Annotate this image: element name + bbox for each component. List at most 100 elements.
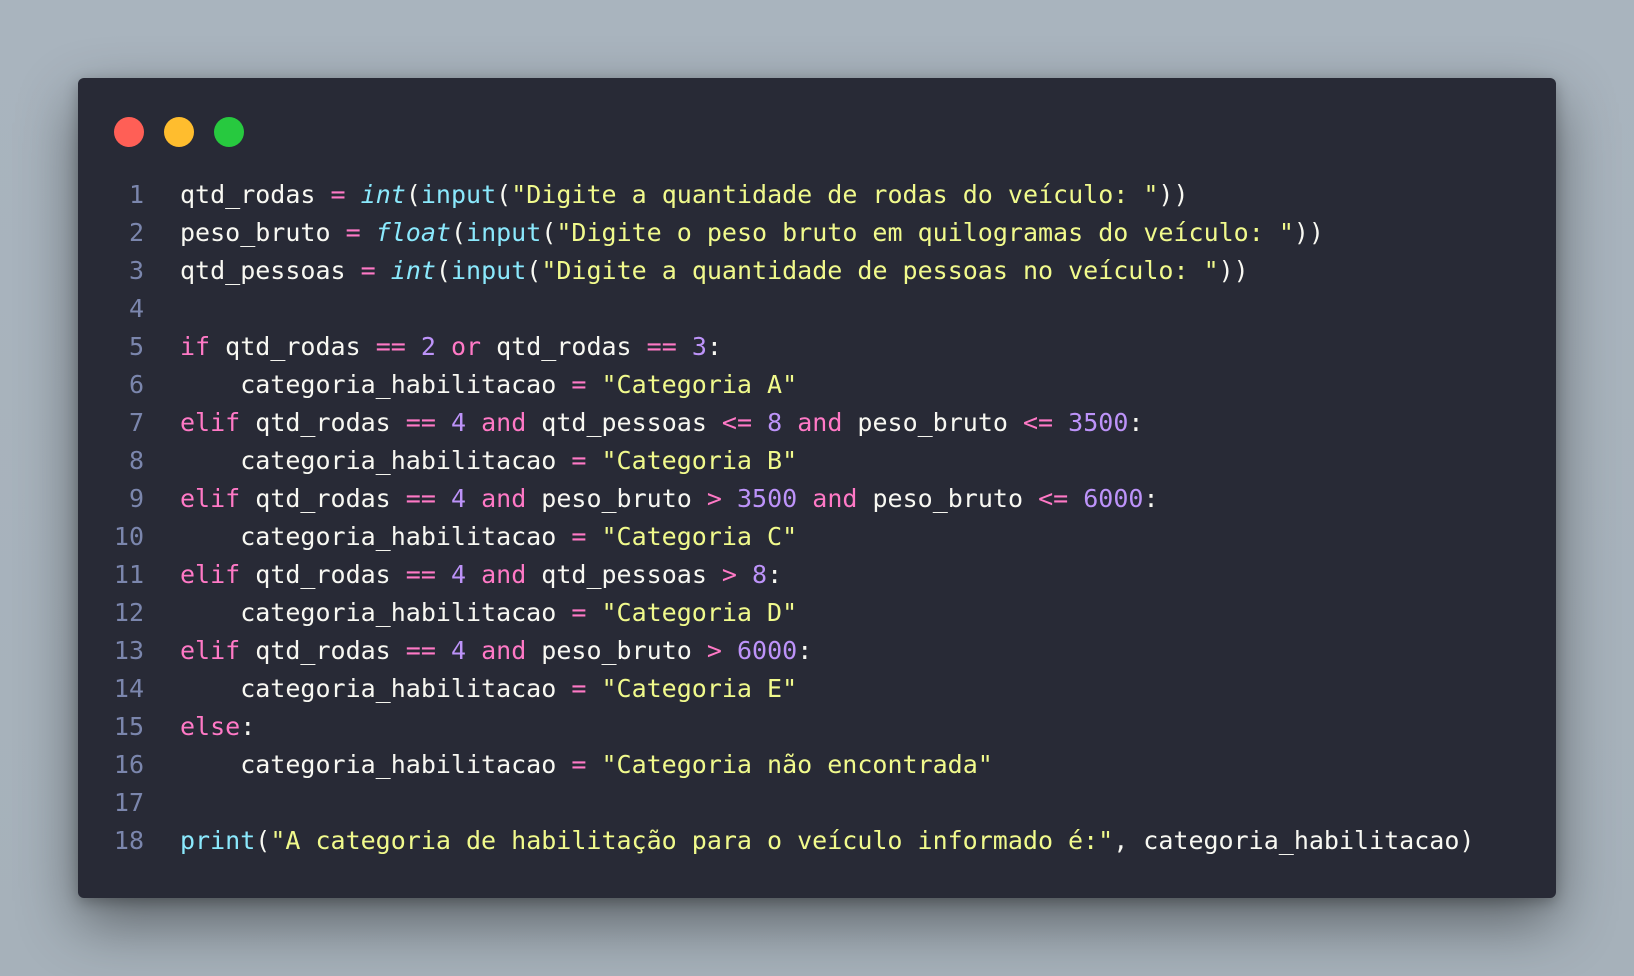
code-line: 3 qtd_pessoas = int(input("Digite a quant…	[78, 252, 1556, 290]
code-token: qtd_rodas	[240, 636, 406, 665]
code-token: (	[450, 218, 467, 247]
code-token: ==	[405, 636, 436, 665]
code-token: "Categoria D"	[601, 598, 798, 627]
code-line: 12 categoria_habilitacao = "Categoria D"	[78, 594, 1556, 632]
code-token: 8	[752, 560, 768, 589]
line-number: 14	[113, 674, 144, 703]
maximize-dot-icon[interactable]	[214, 117, 244, 147]
code-token: , categoria_habilitacao)	[1113, 826, 1475, 855]
code-block: 1 qtd_rodas = int(input("Digite a quantid…	[78, 176, 1556, 860]
code-line: 4	[78, 290, 1556, 328]
code-token: elif	[180, 408, 241, 437]
code-token: elif	[180, 484, 241, 513]
code-token: (	[496, 180, 512, 209]
code-line: 10 categoria_habilitacao = "Categoria C"	[78, 518, 1556, 556]
code-token: :	[240, 712, 256, 741]
code-token: and	[797, 408, 843, 437]
code-token: "Digite a quantidade de rodas do veículo…	[511, 180, 1159, 209]
code-token: =	[360, 256, 376, 285]
line-number: 16	[113, 750, 144, 779]
code-token: =	[571, 750, 587, 779]
code-token: else	[180, 712, 241, 741]
code-token: <=	[1038, 484, 1069, 513]
code-token: peso_bruto	[842, 408, 1023, 437]
code-text: categoria_habilitacao = "Categoria C"	[144, 518, 1556, 556]
code-token: 6000	[1083, 484, 1144, 513]
code-window: 1 qtd_rodas = int(input("Digite a quantid…	[78, 78, 1556, 898]
code-token: "Categoria B"	[601, 446, 798, 475]
code-line: 17	[78, 784, 1556, 822]
code-text: qtd_rodas = int(input("Digite a quantida…	[144, 176, 1556, 214]
code-token: ==	[405, 484, 436, 513]
code-token: qtd_rodas	[180, 180, 316, 209]
line-number: 18	[113, 826, 144, 855]
code-token: and	[481, 408, 527, 437]
code-token: "Digite o peso bruto em quilogramas do v…	[556, 218, 1294, 247]
code-token: qtd_rodas	[481, 332, 647, 361]
code-token: <=	[721, 408, 753, 437]
code-token: <=	[1023, 408, 1054, 437]
code-line: 15 else:	[78, 708, 1556, 746]
line-number: 5	[128, 332, 144, 361]
code-token: elif	[180, 560, 241, 589]
code-line: 13 elif qtd_rodas == 4 and peso_bruto > 6…	[78, 632, 1556, 670]
code-token: "Digite a quantidade de pessoas no veícu…	[541, 256, 1219, 285]
code-token: and	[812, 484, 858, 513]
code-token: categoria_habilitacao	[180, 370, 572, 399]
line-number: 7	[128, 408, 144, 437]
code-token: (	[405, 180, 421, 209]
code-token: input	[466, 218, 542, 247]
code-token: categoria_habilitacao	[180, 750, 572, 779]
code-line: 14 categoria_habilitacao = "Categoria E"	[78, 670, 1556, 708]
line-number: 1	[128, 180, 144, 209]
code-line: 7 elif qtd_rodas == 4 and qtd_pessoas <= …	[78, 404, 1556, 442]
line-number: 12	[113, 598, 144, 627]
code-token: 3500	[737, 484, 798, 513]
line-number: 3	[128, 256, 144, 285]
code-token: qtd_rodas	[240, 408, 406, 437]
minimize-dot-icon[interactable]	[164, 117, 194, 147]
code-token: ))	[1158, 180, 1189, 209]
code-token: (	[526, 256, 542, 285]
code-line: 8 categoria_habilitacao = "Categoria B"	[78, 442, 1556, 480]
code-line: 6 categoria_habilitacao = "Categoria A"	[78, 366, 1556, 404]
line-number: 17	[113, 788, 144, 817]
code-token: ))	[1218, 256, 1249, 285]
code-token: 6000	[737, 636, 798, 665]
code-token: int	[360, 180, 406, 209]
code-token: print	[180, 826, 256, 855]
code-token: int	[390, 256, 436, 285]
code-token: =	[571, 370, 587, 399]
code-token: =	[571, 446, 587, 475]
code-token: :	[767, 560, 783, 589]
code-token: 8	[767, 408, 783, 437]
code-token: 4	[450, 408, 467, 437]
code-token: categoria_habilitacao	[180, 598, 572, 627]
code-line: 1 qtd_rodas = int(input("Digite a quantid…	[78, 176, 1556, 214]
close-dot-icon[interactable]	[114, 117, 144, 147]
code-token: peso_bruto	[526, 636, 707, 665]
code-token: (	[541, 218, 557, 247]
line-number: 6	[128, 370, 144, 399]
code-token: if	[180, 332, 211, 361]
code-token: "Categoria C"	[601, 522, 798, 551]
code-text: elif qtd_rodas == 4 and qtd_pessoas > 8:	[144, 556, 1556, 594]
line-number: 4	[128, 294, 144, 323]
line-number: 11	[113, 560, 144, 589]
code-text: elif qtd_rodas == 4 and peso_bruto > 350…	[144, 480, 1556, 518]
code-token: peso_bruto	[180, 218, 331, 247]
code-token: and	[481, 636, 527, 665]
